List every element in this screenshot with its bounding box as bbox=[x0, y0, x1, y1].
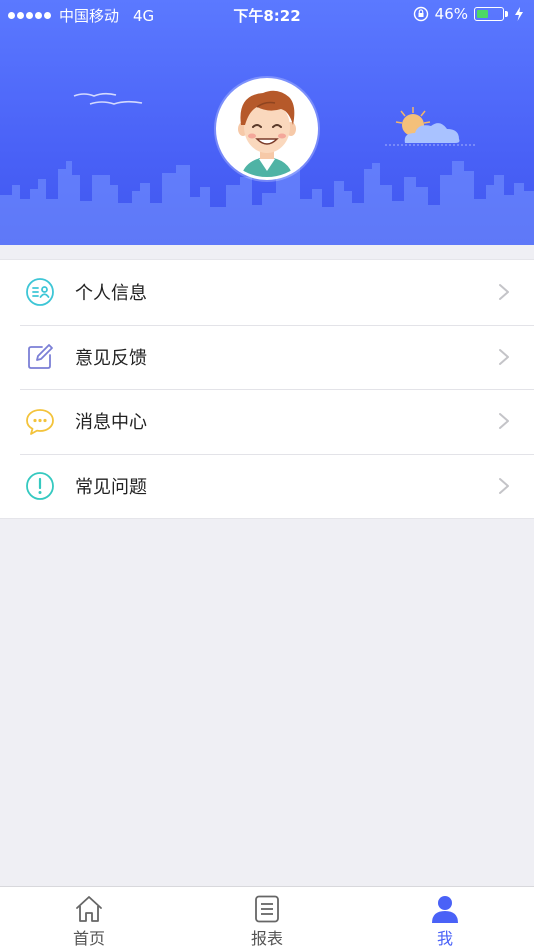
menu-item-personal-info[interactable]: 个人信息 bbox=[0, 260, 534, 325]
user-avatar[interactable] bbox=[216, 78, 318, 180]
chevron-right-icon bbox=[499, 348, 509, 365]
report-icon bbox=[255, 895, 279, 923]
chevron-right-icon bbox=[499, 284, 509, 301]
profile-card-icon bbox=[25, 277, 55, 307]
orientation-lock-icon bbox=[413, 6, 428, 22]
chat-bubble-icon bbox=[25, 406, 55, 436]
status-right: 46% bbox=[413, 5, 524, 23]
menu-item-label: 常见问题 bbox=[75, 476, 147, 498]
battery-percent: 46% bbox=[434, 5, 468, 23]
tab-report[interactable]: 报表 bbox=[178, 887, 356, 950]
menu-item-message-center[interactable]: 消息中心 bbox=[0, 389, 534, 454]
chevron-right-icon bbox=[499, 477, 509, 494]
menu-item-label: 消息中心 bbox=[75, 412, 147, 434]
status-bar: 中国移动 4G 下午8:22 46% bbox=[0, 0, 534, 28]
tab-me[interactable]: 我 bbox=[356, 887, 534, 950]
home-icon bbox=[76, 896, 102, 922]
chevron-right-icon bbox=[499, 413, 509, 430]
profile-screen: 中国移动 4G 下午8:22 46% 个人信息 意见反馈 消息中心 常见问题 首… bbox=[0, 0, 534, 950]
bottom-tab-bar: 首页 报表 我 bbox=[0, 886, 534, 950]
tab-label: 报表 bbox=[250, 929, 283, 948]
charging-bolt-icon bbox=[515, 7, 523, 21]
menu-item-label: 意见反馈 bbox=[75, 347, 147, 369]
tab-label: 我 bbox=[436, 929, 453, 948]
menu-item-label: 个人信息 bbox=[75, 283, 147, 305]
sun-cloud-decoration-icon bbox=[385, 107, 477, 146]
birds-decoration-icon bbox=[73, 92, 143, 105]
profile-header: 中国移动 4G 下午8:22 46% bbox=[0, 0, 534, 245]
user-icon bbox=[432, 896, 458, 923]
battery-icon bbox=[474, 7, 508, 21]
edit-icon bbox=[25, 342, 55, 372]
exclamation-circle-icon bbox=[25, 471, 55, 501]
menu-item-feedback[interactable]: 意见反馈 bbox=[0, 324, 534, 390]
tab-home[interactable]: 首页 bbox=[0, 887, 178, 950]
profile-menu-list: 个人信息 意见反馈 消息中心 常见问题 bbox=[0, 259, 534, 519]
avatar-face-icon bbox=[219, 81, 315, 177]
menu-item-faq[interactable]: 常见问题 bbox=[0, 453, 534, 519]
tab-label: 首页 bbox=[72, 929, 105, 948]
